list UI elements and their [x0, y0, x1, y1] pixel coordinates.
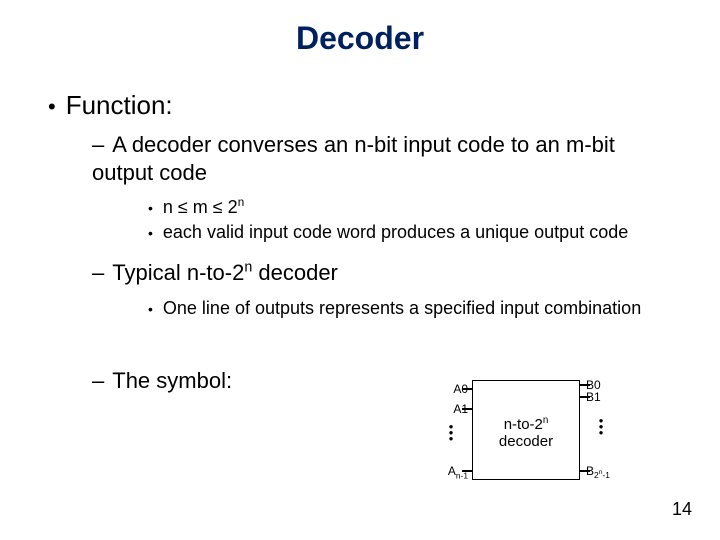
slide-title: Decoder: [0, 20, 720, 57]
vertical-dots-icon: ●●●: [598, 418, 604, 436]
bullet-lvl2: –A decoder converses an n-bit input code…: [92, 131, 680, 186]
bullet2a-text: Typical n-to-2: [112, 260, 244, 285]
heading-text: Function:: [66, 90, 173, 120]
decoder-diagram: A0 A1 An-1 ●●● B0 B1 B2n-1 ●●● n-to-2n d…: [410, 378, 670, 498]
sub1-text: n ≤ m ≤ 2: [163, 197, 238, 217]
sub3-text: One line of outputs represents a specifi…: [163, 298, 641, 318]
bullet-dot-icon: •: [48, 94, 56, 119]
bullet-lvl2: –Typical n-to-2n decoder: [92, 259, 680, 287]
page-number: 14: [672, 499, 692, 520]
bullet-lvl3: • One line of outputs represents a specif…: [148, 297, 680, 320]
bullet-lvl1: • Function:: [48, 90, 680, 121]
pin-label-a1: A1: [418, 402, 468, 416]
decoder-box-label: n-to-2n decoder: [477, 417, 575, 450]
dash-icon: –: [92, 368, 104, 393]
bullet1-text: A decoder converses an n-bit input code …: [92, 132, 615, 185]
bullet3-text: The symbol:: [112, 368, 232, 393]
slide-content: •Function: –A decoder converses an n-bit…: [48, 90, 680, 399]
slide: Decoder •Function: –A decoder converses …: [0, 0, 720, 540]
decoder-box: n-to-2n decoder: [472, 380, 580, 480]
pin-label-a0: A0: [418, 382, 468, 396]
bullet-dot-icon: •: [148, 301, 153, 317]
pin-label-an1: An-1: [418, 464, 468, 478]
dash-icon: –: [92, 260, 104, 285]
bullet-dot-icon: •: [148, 225, 153, 241]
bullet2b-text: decoder: [252, 260, 338, 285]
bullet-lvl3: • n ≤ m ≤ 2n: [148, 196, 680, 219]
sub2-text: each valid input code word produces a un…: [163, 222, 628, 242]
dash-icon: –: [92, 132, 104, 157]
pin-label-b2n1: B2n-1: [586, 464, 646, 478]
vertical-dots-icon: ●●●: [448, 424, 454, 442]
bullet-dot-icon: •: [148, 200, 153, 216]
pin-label-b1: B1: [586, 390, 646, 404]
sub1-sup: n: [238, 196, 245, 209]
bullet-lvl3: • each valid input code word produces a u…: [148, 221, 680, 244]
